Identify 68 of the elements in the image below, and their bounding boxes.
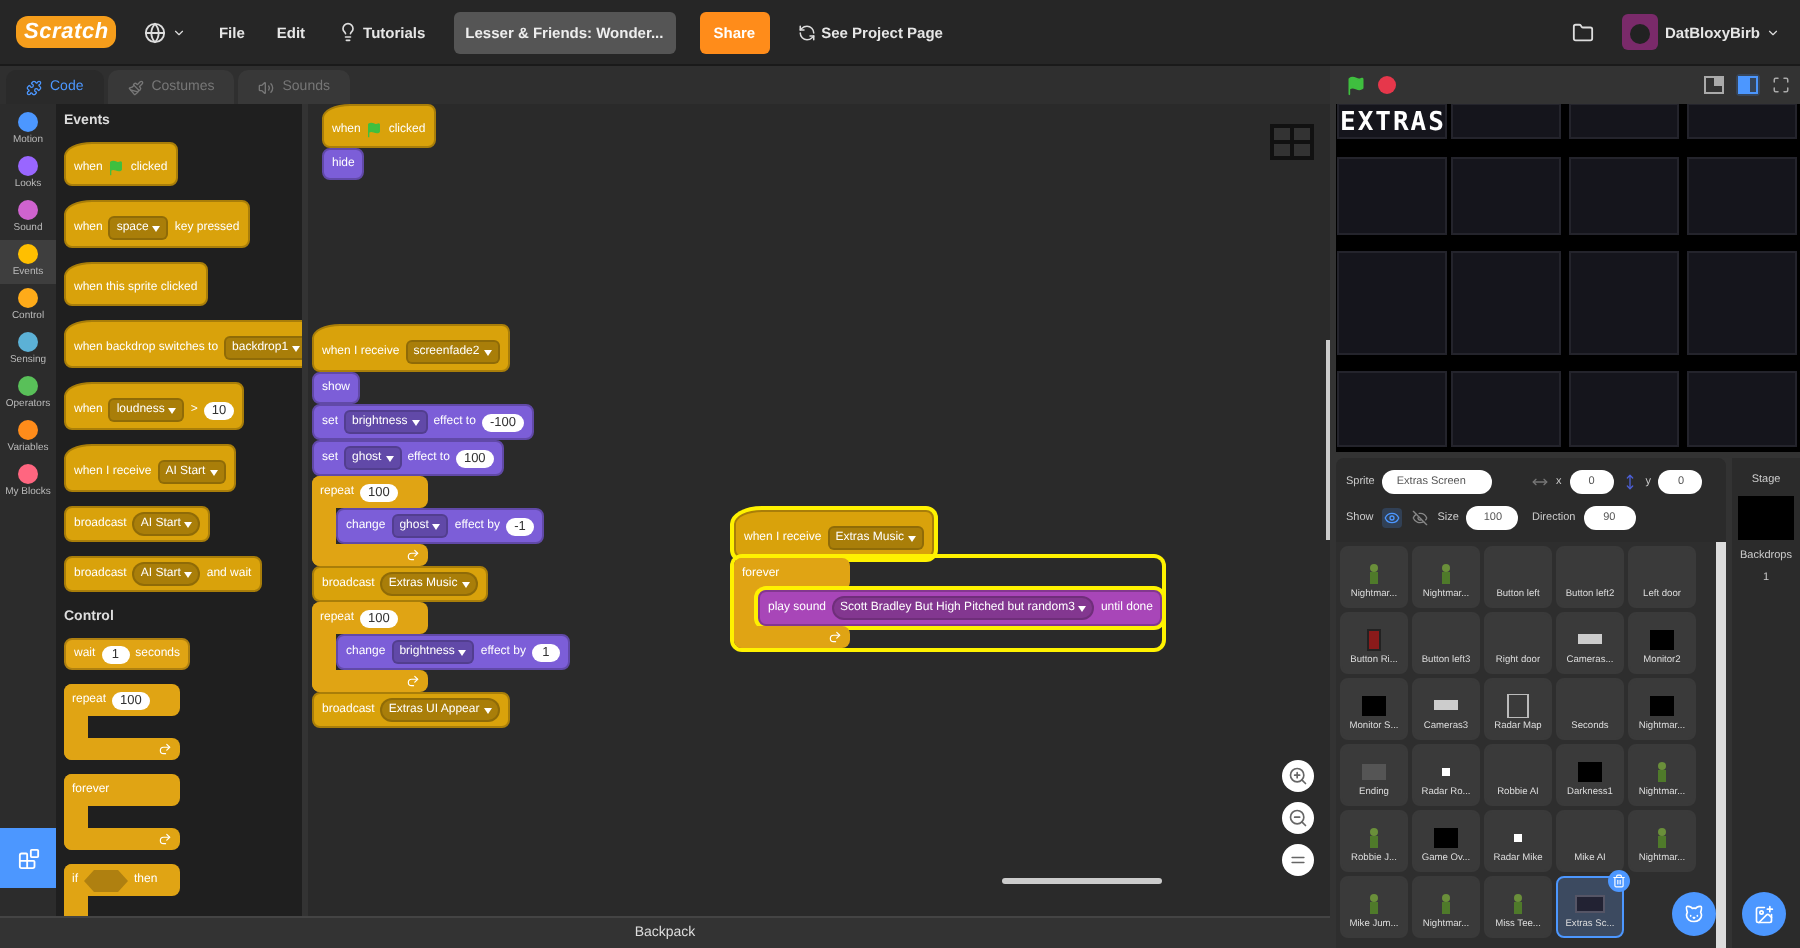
fullscreen-button[interactable] (1770, 74, 1792, 96)
stage-size-button[interactable] (1736, 74, 1760, 96)
hide-button[interactable] (1409, 508, 1430, 528)
caret-icon (411, 419, 420, 425)
stage-title-text: EXTRAS (1340, 108, 1446, 138)
avatar-icon (1622, 14, 1659, 50)
loop-arrow-icon (158, 832, 172, 846)
caret-icon (168, 407, 177, 413)
sprite-thumbnail (1646, 628, 1678, 652)
zoom-in-button[interactable] (1282, 760, 1314, 792)
puzzle-icon (26, 79, 42, 95)
run-button[interactable] (1344, 73, 1368, 97)
sprite-thumbnail (1358, 694, 1390, 718)
stage-thumbnail[interactable] (1738, 496, 1794, 540)
caret-icon (461, 581, 470, 587)
caret-icon (172, 25, 187, 39)
caret-icon (209, 469, 218, 475)
delete-button[interactable] (1608, 870, 1630, 892)
zoom-reset-button[interactable] (1282, 844, 1314, 876)
vertical-arrow-icon (1621, 474, 1638, 490)
sprite-thumbnail (1430, 826, 1462, 850)
caret-icon (1766, 25, 1780, 39)
caret-icon (432, 523, 441, 529)
caret-icon (184, 521, 193, 527)
caret-icon (458, 649, 467, 655)
layout-icon (1738, 76, 1758, 94)
cat-icon (1684, 902, 1704, 926)
flag-icon (1346, 75, 1366, 95)
show-button[interactable] (1381, 508, 1402, 528)
trash-icon (1612, 874, 1626, 888)
caret-icon (385, 455, 394, 461)
sprite-preview-icon (1270, 124, 1314, 160)
sprite-thumbnail (1502, 694, 1534, 718)
caret-icon (1078, 605, 1087, 611)
zoom-out-button[interactable] (1282, 802, 1314, 834)
extension-icon (17, 847, 39, 869)
sprite-thumbnail (1358, 760, 1390, 784)
loop-arrow-icon (406, 548, 420, 562)
folder-icon[interactable] (1572, 21, 1595, 43)
lightbulb-icon (337, 22, 358, 42)
caret-icon (292, 345, 301, 351)
loop-arrow-icon (828, 630, 842, 644)
speaker-icon (258, 79, 275, 95)
eye-off-icon (1411, 510, 1428, 526)
zoom-in-icon (1288, 766, 1308, 786)
brush-icon (127, 79, 144, 95)
layout-icon (1704, 76, 1724, 94)
loop-arrow-icon (158, 742, 172, 756)
caret-icon (908, 535, 917, 541)
loop-arrow-icon (406, 674, 420, 688)
image-plus-icon (1754, 903, 1774, 925)
zoom-out-icon (1288, 808, 1308, 828)
caret-icon (483, 349, 492, 355)
fullscreen-icon (1772, 76, 1790, 94)
add-backdrop-button[interactable] (1742, 892, 1786, 936)
caret-icon (152, 225, 161, 231)
refresh-icon (797, 23, 816, 41)
caret-icon (483, 707, 492, 713)
eye-icon (1383, 510, 1400, 526)
sprite-thumbnail (1574, 760, 1606, 784)
add-extension-button[interactable] (0, 828, 56, 888)
sprite-thumbnail (1574, 892, 1606, 916)
globe-icon (144, 21, 167, 43)
sprite-thumbnail (1646, 694, 1678, 718)
horizontal-arrow-icon (1531, 474, 1548, 490)
caret-icon (184, 571, 193, 577)
stage-size-button[interactable] (1702, 74, 1726, 96)
stop-button[interactable] (1378, 76, 1396, 94)
